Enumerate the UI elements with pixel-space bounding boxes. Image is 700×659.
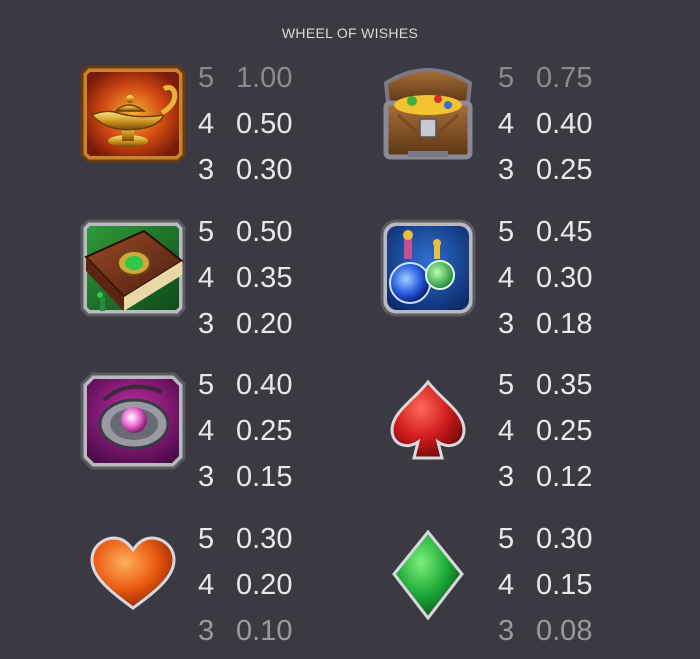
lamp-icon [78,63,188,173]
pay-row: 5 0.75 [498,62,593,94]
paytable-entry-amulet: 5 0.40 4 0.25 3 0.15 [78,369,408,500]
pay-row: 5 0.40 [198,369,293,401]
pay-row: 4 0.25 [498,415,593,447]
potion-icon [378,217,488,327]
treasure-chest-icon [378,63,488,173]
pay-row: 4 0.25 [198,415,293,447]
pay-row: 4 0.30 [498,262,593,294]
paytable-entry-chest: 5 0.75 4 0.40 3 0.25 [378,62,700,193]
pay-row: 3 0.15 [198,461,293,493]
paytable-entry-potion: 5 0.45 4 0.30 3 0.18 [378,216,700,347]
paytable-entry-diamond: 5 0.30 4 0.15 3 0.08 [378,523,700,654]
pay-row: 4 0.40 [498,108,593,140]
spade-icon [378,370,488,480]
pay-row: 3 0.20 [198,308,293,340]
pay-row: 5 1.00 [198,62,293,94]
paytable-entry-spade: 5 0.35 4 0.25 3 0.12 [378,369,700,500]
spell-book-icon [78,217,188,327]
pay-row: 4 0.35 [198,262,293,294]
pay-row: 3 0.08 [498,615,593,647]
pay-row: 3 0.25 [498,154,593,186]
diamond-icon [378,524,488,634]
paytable-entry-lamp: 5 1.00 4 0.50 3 0.30 [78,62,408,193]
paytable-title: WHEEL OF WISHES [281,25,419,41]
pay-row: 3 0.30 [198,154,293,186]
pay-row: 3 0.10 [198,615,293,647]
pay-row: 5 0.50 [198,216,293,248]
amulet-icon [78,370,188,480]
pay-row: 5 0.45 [498,216,593,248]
pay-row: 3 0.12 [498,461,593,493]
pay-row: 4 0.20 [198,569,293,601]
pay-row: 5 0.30 [198,523,293,555]
pay-row: 4 0.15 [498,569,593,601]
pay-row: 5 0.35 [498,369,593,401]
pay-row: 3 0.18 [498,308,593,340]
pay-row: 4 0.50 [198,108,293,140]
paytable-entry-heart: 5 0.30 4 0.20 3 0.10 [78,523,408,654]
paytable-entry-book: 5 0.50 4 0.35 3 0.20 [78,216,408,347]
pay-row: 5 0.30 [498,523,593,555]
heart-icon [78,524,188,634]
